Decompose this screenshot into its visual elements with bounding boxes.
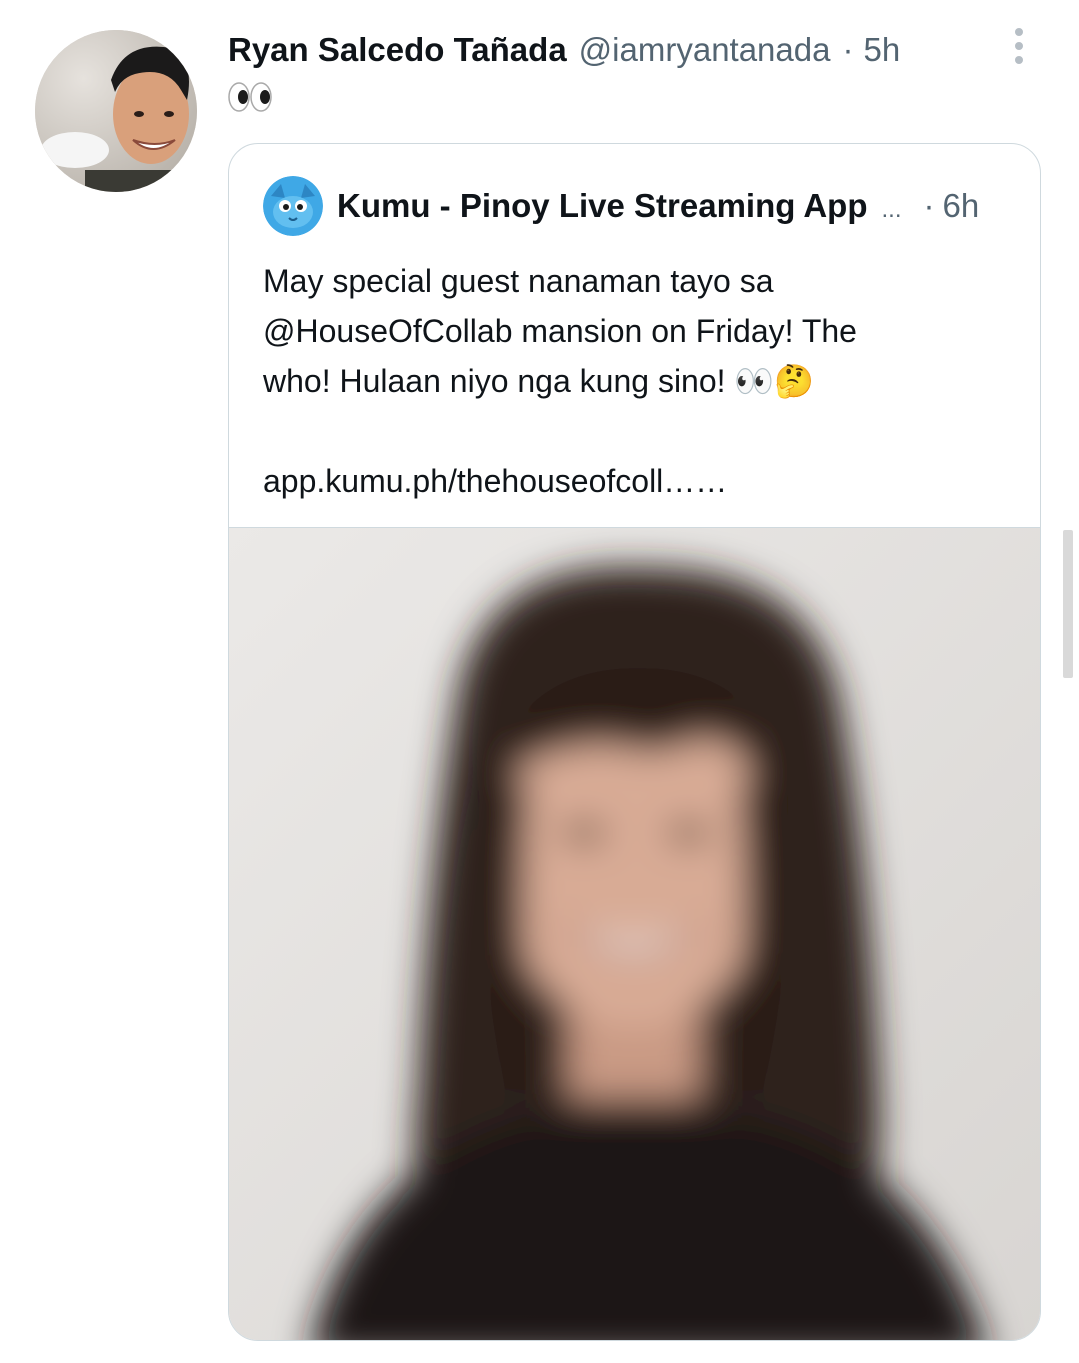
author-handle[interactable]: @iamryantanada: [579, 28, 831, 72]
author-avatar[interactable]: [35, 30, 197, 192]
quoted-text-line: May special guest nanaman tayo sa: [263, 263, 774, 299]
author-name[interactable]: Ryan Salcedo Tañada: [228, 28, 567, 72]
kumu-logo-icon[interactable]: [263, 176, 323, 236]
tweet-text: [228, 80, 348, 120]
quoted-text-line: who! Hulaan niyo nga kung sino! 👀🤔: [263, 363, 815, 399]
quoted-tweet-text: May special guest nanaman tayo sa @House…: [263, 256, 1023, 506]
more-dot: [1015, 42, 1023, 50]
name-truncation: ...: [881, 196, 902, 223]
quoted-tweet-header: Kumu - Pinoy Live Streaming App ... · 6h: [337, 184, 1016, 228]
tweet-time[interactable]: 5h: [863, 28, 900, 72]
quoted-tweet-image[interactable]: [229, 527, 1040, 1340]
separator-dot: ·: [842, 31, 854, 68]
more-dot: [1015, 28, 1023, 36]
more-vertical-icon[interactable]: [1004, 24, 1034, 68]
quoted-link[interactable]: app.kumu.ph/thehouseofcoll……: [263, 456, 1023, 506]
quoted-tweet-time[interactable]: 6h: [943, 184, 980, 228]
tweet-header: Ryan Salcedo Tañada @iamryantanada · 5h: [228, 28, 900, 72]
quoted-author-name[interactable]: Kumu - Pinoy Live Streaming App: [337, 184, 868, 228]
eyes-emoji-icon: [228, 82, 272, 112]
quoted-tweet-card[interactable]: Kumu - Pinoy Live Streaming App ... · 6h…: [228, 143, 1041, 1341]
scrollbar[interactable]: [1063, 530, 1073, 678]
separator-dot: ·: [923, 187, 935, 224]
more-dot: [1015, 56, 1023, 64]
quoted-text-line: @HouseOfCollab mansion on Friday! The: [263, 313, 857, 349]
